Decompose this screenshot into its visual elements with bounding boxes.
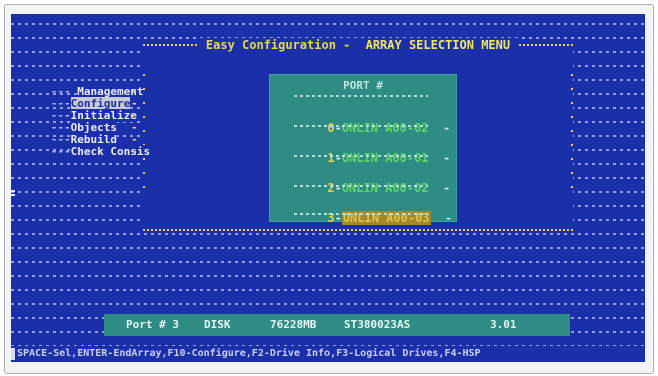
port-number: 2 (327, 181, 335, 195)
title-part2: ARRAY SELECTION MENU (361, 38, 515, 52)
info-port: Port # 3 (126, 318, 179, 331)
menu-item-initialize[interactable]: ---Initialize - (11, 98, 143, 122)
title-part1: Easy Configuration - (201, 38, 362, 52)
info-size: 76228MB (270, 318, 317, 331)
port-number: 0 (327, 121, 335, 135)
cursor-mark (11, 194, 15, 196)
help-text: SPACE-Sel,ENTER-EndArray,F10-Configure,F… (17, 348, 481, 359)
port-selection-box: PORT # 0-ONLIN A00-02 - 1-ONLIN A00-01 -… (269, 74, 457, 225)
drive-info-bar: Port # 3 DISK 76228MB ST380023AS 3.01 (104, 314, 570, 336)
info-model: ST380023AS (344, 318, 411, 331)
help-bar: SPACE-Sel,ENTER-EndArray,F10-Configure,F… (11, 346, 645, 362)
bios-screen: Easy Configuration - ARRAY SELECTION MEN… (11, 14, 645, 362)
menu-item-label: Check Consis (70, 145, 151, 158)
help-bar-block (11, 348, 15, 360)
port-row-0[interactable]: 0-ONLIN A00-02 - (284, 107, 450, 135)
port-row-2[interactable]: 2-ONLIN A00-02 - (284, 167, 450, 195)
menu-item-rebuild[interactable]: ---Rebuild - (11, 122, 143, 146)
cursor-mark (11, 190, 15, 192)
port-number: 1 (327, 151, 335, 165)
port-status: ONLIN A00-01 (341, 151, 429, 165)
port-header: PORT # (343, 79, 383, 92)
panel-border-left (143, 74, 145, 194)
menu-item-management[interactable]: --- Management - (11, 74, 144, 98)
divider (294, 125, 428, 127)
menu-item-check-consistency[interactable]: ---Check Consis - (11, 134, 151, 158)
divider (294, 95, 428, 97)
menu-title: Easy Configuration - ARRAY SELECTION MEN… (143, 38, 573, 52)
menu-item-objects[interactable]: ---Objects - (11, 110, 143, 134)
left-menu: --- Management - ---Configure - ---Initial… (11, 74, 151, 158)
panel-border-right (571, 74, 573, 194)
port-status: ONLIN A00-02 (341, 181, 429, 195)
divider (294, 155, 428, 157)
info-revision: 3.01 (490, 318, 517, 331)
info-type: DISK (204, 318, 231, 331)
menu-item-configure[interactable]: ---Configure - (11, 86, 143, 110)
port-status: ONLIN A00-02 (341, 121, 429, 135)
divider (294, 185, 428, 187)
divider (294, 213, 428, 215)
port-row-1[interactable]: 1-ONLIN A00-01 - (284, 137, 450, 165)
port-row-3[interactable]: 3-ONLIN A00-03 - (284, 197, 452, 225)
